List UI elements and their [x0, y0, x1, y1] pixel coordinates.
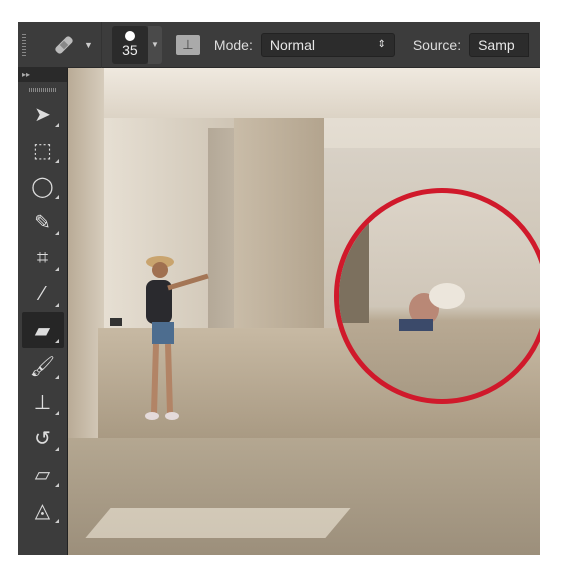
marquee-tool[interactable]: ⬚: [22, 132, 64, 168]
brush-size-picker[interactable]: 35: [111, 25, 148, 64]
photo-woman: [110, 256, 209, 420]
mode-value: Normal: [269, 36, 315, 53]
crop-tool[interactable]: ⌗: [22, 240, 64, 276]
spot-healing-brush-icon: [55, 35, 73, 54]
magnified-wall-shadow: [339, 193, 369, 323]
move-icon: ➤: [34, 103, 51, 126]
eyedropper-icon: ⁄: [40, 282, 45, 305]
history-brush-icon: ↺: [34, 427, 51, 450]
document-canvas[interactable]: [68, 68, 540, 555]
brush-icon: 🖌: [29, 355, 56, 378]
move-tool[interactable]: ➤: [22, 96, 64, 132]
magnified-healed-patch: [429, 283, 465, 309]
source-label: Source:: [412, 36, 462, 53]
quick-selection-tool[interactable]: ✎: [22, 204, 64, 240]
crop-icon: ⌗: [36, 246, 49, 269]
lasso-icon: ◯: [31, 175, 54, 198]
options-bar: ▼ 35 ▼ ⊥ Mode: Normal ⇕ Source: Samp: [18, 21, 540, 68]
stamp-icon: ⊥: [182, 36, 194, 52]
clone-stamp-tool[interactable]: ⊥: [22, 384, 64, 420]
source-value: Samp: [478, 36, 515, 53]
rectangular-marquee-icon: ⬚: [33, 139, 52, 162]
tool-preset-picker[interactable]: [50, 31, 78, 59]
eraser-tool[interactable]: ▱: [22, 456, 64, 492]
stamp-icon: ⊥: [33, 391, 52, 414]
quick-selection-icon: ✎: [34, 211, 51, 234]
mode-select[interactable]: Normal ⇕: [260, 32, 395, 57]
magnified-detail-circle: [334, 188, 540, 404]
panel-grip[interactable]: [28, 88, 57, 92]
tool-preset-caret-icon[interactable]: ▼: [84, 40, 93, 50]
select-arrows-icon: ⇕: [377, 39, 386, 50]
spot-healing-brush-tool[interactable]: ▰: [21, 312, 64, 348]
photo-sunlight: [85, 508, 351, 538]
sample-all-layers-stamp-button[interactable]: ⊥: [175, 34, 200, 55]
paint-bucket-tool[interactable]: ◬: [22, 492, 64, 528]
options-bar-grip[interactable]: [22, 33, 26, 56]
history-brush-tool[interactable]: ↺: [22, 420, 64, 456]
magnified-person-shirt: [399, 319, 433, 331]
divider: [100, 21, 102, 68]
eyedropper-tool[interactable]: ⁄: [22, 276, 64, 312]
brush-tool[interactable]: 🖌: [22, 348, 64, 384]
source-select[interactable]: Samp: [469, 32, 530, 57]
collapse-panel-button[interactable]: ▸▸: [18, 68, 67, 82]
paint-bucket-icon: ◬: [34, 499, 51, 522]
photo-upper-wall: [104, 68, 540, 118]
tools-panel: ▸▸ ➤ ⬚ ◯ ✎ ⌗ ⁄ ▰ 🖌 ⊥ ↺ ▱ ◬: [18, 68, 68, 555]
bandage-icon: ▰: [34, 319, 51, 342]
eraser-icon: ▱: [34, 463, 51, 486]
lasso-tool[interactable]: ◯: [22, 168, 64, 204]
brush-size: 35: [122, 42, 138, 58]
brush-tip-icon: [124, 31, 135, 41]
brush-picker-caret-icon[interactable]: ▼: [147, 25, 162, 64]
mode-label: Mode:: [213, 36, 253, 53]
